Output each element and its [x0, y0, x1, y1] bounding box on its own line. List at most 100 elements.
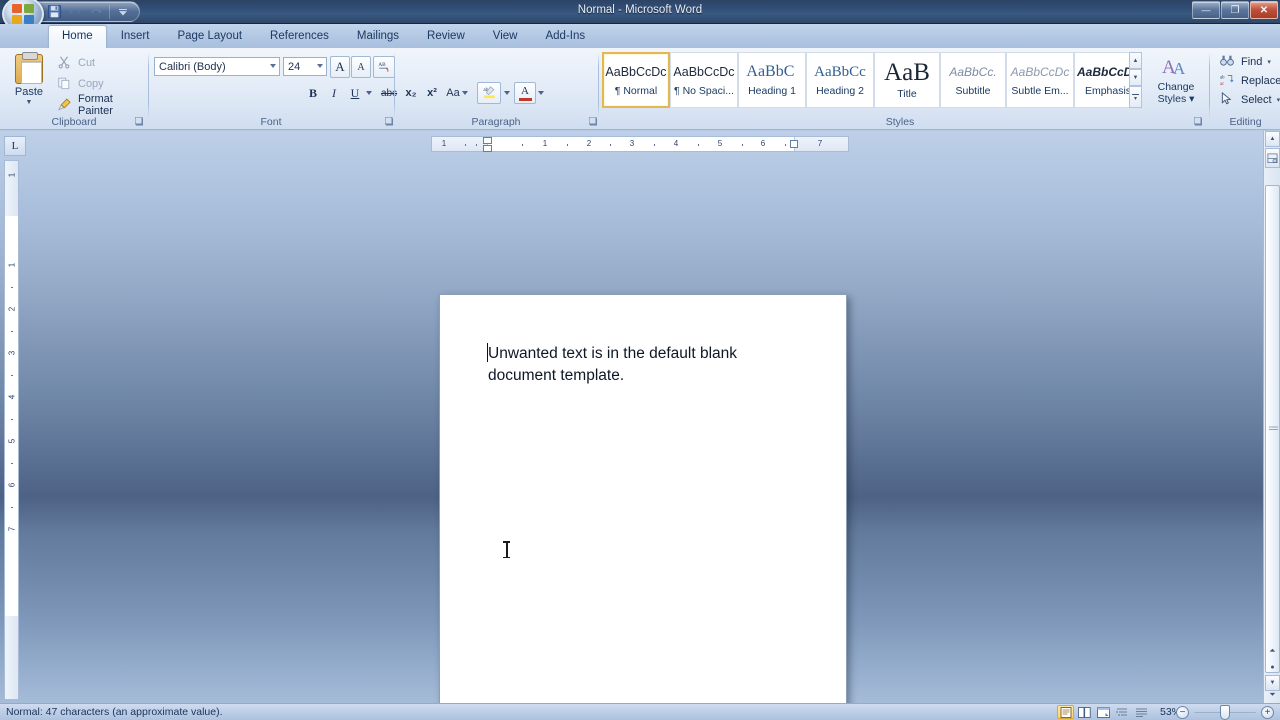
style-normal[interactable]: AaBbCcDc ¶ Normal [602, 52, 670, 108]
tab-stop-selector-button[interactable]: L [4, 136, 26, 156]
scissors-icon [57, 55, 73, 71]
document-body-text[interactable]: Unwanted text is in the default blank do… [488, 343, 808, 387]
find-label: Find [1241, 56, 1263, 68]
font-name-combo[interactable]: Calibri (Body) [154, 57, 280, 76]
bold-button[interactable]: B [303, 82, 323, 104]
window-controls: — ❐ ✕ [1192, 1, 1278, 19]
redo-icon[interactable] [86, 3, 106, 21]
grow-font-icon: A [335, 59, 345, 74]
minimize-icon: — [1201, 5, 1211, 15]
vertical-ruler[interactable]: 1 1 2 3 4 5 6 7 [4, 160, 19, 700]
document-page[interactable]: Unwanted text is in the default blank do… [439, 294, 847, 720]
close-button[interactable]: ✕ [1250, 1, 1278, 19]
zoom-slider-track[interactable] [1194, 704, 1256, 720]
split-window-button[interactable] [1265, 148, 1280, 168]
styles-scroll-up-button[interactable]: ▲ [1129, 52, 1142, 69]
minimize-button[interactable]: — [1192, 1, 1220, 19]
clipboard-dialog-launcher[interactable] [134, 116, 145, 127]
vertical-scroll-thumb[interactable] [1265, 185, 1280, 673]
tab-view[interactable]: View [479, 25, 532, 48]
plus-icon: + [1264, 706, 1271, 718]
ruler-mark: 4 [673, 139, 679, 148]
replace-icon: ab ac [1220, 73, 1236, 89]
minus-icon: − [1179, 706, 1186, 718]
style-label: Heading 1 [748, 84, 796, 97]
ribbon-tab-strip: Home Insert Page Layout References Maili… [0, 24, 1280, 48]
style-subtitle[interactable]: AaBbCc. Subtitle [940, 52, 1006, 108]
hanging-indent-marker[interactable] [483, 145, 492, 152]
grow-font-button[interactable]: A [330, 56, 350, 78]
scroll-up-button[interactable]: ▲ [1265, 131, 1280, 147]
customize-qat-icon[interactable] [113, 3, 133, 21]
outline-view-button[interactable] [1114, 705, 1131, 719]
tab-references[interactable]: References [256, 25, 343, 48]
change-styles-button[interactable]: A A Change Styles ▾ [1152, 52, 1200, 108]
maximize-button[interactable]: ❐ [1221, 1, 1249, 19]
chevron-down-icon [365, 91, 372, 95]
cut-button[interactable]: Cut [54, 54, 98, 72]
separator-paragraph-styles [598, 52, 599, 118]
web-layout-view-button[interactable] [1095, 705, 1112, 719]
select-button[interactable]: Select ▾ [1217, 91, 1280, 109]
print-layout-view-button[interactable] [1057, 705, 1074, 719]
style-label: Emphasis [1084, 84, 1132, 97]
styles-more-button[interactable]: ▾ [1129, 86, 1142, 108]
style-title[interactable]: AaB Title [874, 52, 940, 108]
next-page-button[interactable]: ⏷ [1265, 687, 1280, 703]
ribbon-group-editing: Find ▾ ab ac Replace Select ▾ Editing [1211, 48, 1280, 129]
italic-button[interactable]: I [324, 82, 344, 104]
first-line-indent-marker[interactable] [483, 137, 492, 144]
tab-insert[interactable]: Insert [107, 25, 164, 48]
vruler-mark: 2 [7, 306, 16, 312]
style-preview: AaBbCcDc [605, 64, 667, 79]
style-subtle-emphasis[interactable]: AaBbCcDc Subtle Em... [1006, 52, 1074, 108]
style-no-spacing[interactable]: AaBbCcDc ¶ No Spaci... [670, 52, 738, 108]
font-group-label: Font [260, 116, 282, 128]
tab-add-ins[interactable]: Add-Ins [531, 25, 599, 48]
style-label: Subtle Em... [1011, 84, 1069, 97]
undo-icon[interactable] [65, 3, 85, 21]
style-heading-2[interactable]: AaBbCc Heading 2 [806, 52, 874, 108]
ribbon-group-paragraph: 1 2 3 [396, 48, 1001, 129]
ruler-mark: 7 [817, 139, 823, 148]
right-indent-marker[interactable] [790, 140, 798, 148]
shrink-font-button[interactable]: A [351, 56, 371, 78]
full-screen-reading-view-button[interactable] [1076, 705, 1093, 719]
vruler-mark: 5 [7, 438, 16, 444]
paste-button[interactable]: Paste ▼ [10, 52, 48, 114]
font-size-combo[interactable]: 24 [283, 57, 327, 76]
save-icon[interactable] [44, 3, 64, 21]
style-preview: AaBbCcDc [673, 64, 735, 79]
clear-formatting-button[interactable]: AB [373, 56, 395, 78]
chevron-down-icon: ▼ [1132, 74, 1139, 81]
tab-add-ins-label: Add-Ins [545, 30, 586, 42]
select-browse-object-button[interactable]: ● [1265, 659, 1280, 675]
zoom-out-button[interactable]: − [1176, 705, 1189, 719]
tab-mailings[interactable]: Mailings [343, 25, 413, 48]
horizontal-ruler[interactable]: 1 1 2 3 4 5 6 7 [431, 136, 849, 152]
underline-dropdown[interactable] [363, 82, 374, 104]
tab-review[interactable]: Review [413, 25, 479, 48]
vruler-mark: 1 [7, 262, 16, 268]
previous-page-button[interactable]: ⏶ [1265, 643, 1280, 659]
zoom-slider-thumb[interactable] [1220, 704, 1230, 720]
tab-home[interactable]: Home [48, 25, 107, 48]
styles-scroll-down-button[interactable]: ▼ [1129, 69, 1142, 86]
print-layout-view-icon [1060, 706, 1071, 718]
styles-dialog-launcher[interactable] [1193, 116, 1204, 127]
draft-view-button[interactable] [1133, 705, 1150, 719]
title-bar: Normal - Microsoft Word — ❐ ✕ [0, 0, 1280, 32]
copy-button[interactable]: Copy [54, 75, 107, 93]
editing-group-label: Editing [1229, 116, 1262, 128]
replace-button[interactable]: ab ac Replace [1217, 72, 1280, 90]
tab-page-layout[interactable]: Page Layout [163, 25, 256, 48]
find-button[interactable]: Find ▾ [1217, 53, 1274, 71]
svg-text:ac: ac [1220, 82, 1224, 86]
format-painter-button[interactable]: Format Painter [54, 93, 148, 117]
style-heading-1[interactable]: AaBbC Heading 1 [738, 52, 806, 108]
binoculars-icon [1220, 54, 1236, 70]
zoom-in-button[interactable]: + [1261, 705, 1274, 719]
underline-button[interactable]: U [346, 82, 364, 104]
paste-dropdown-arrow[interactable]: ▼ [26, 99, 33, 106]
vertical-scrollbar[interactable]: ▲ ▼ ⏶ ● ⏷ [1263, 131, 1280, 703]
